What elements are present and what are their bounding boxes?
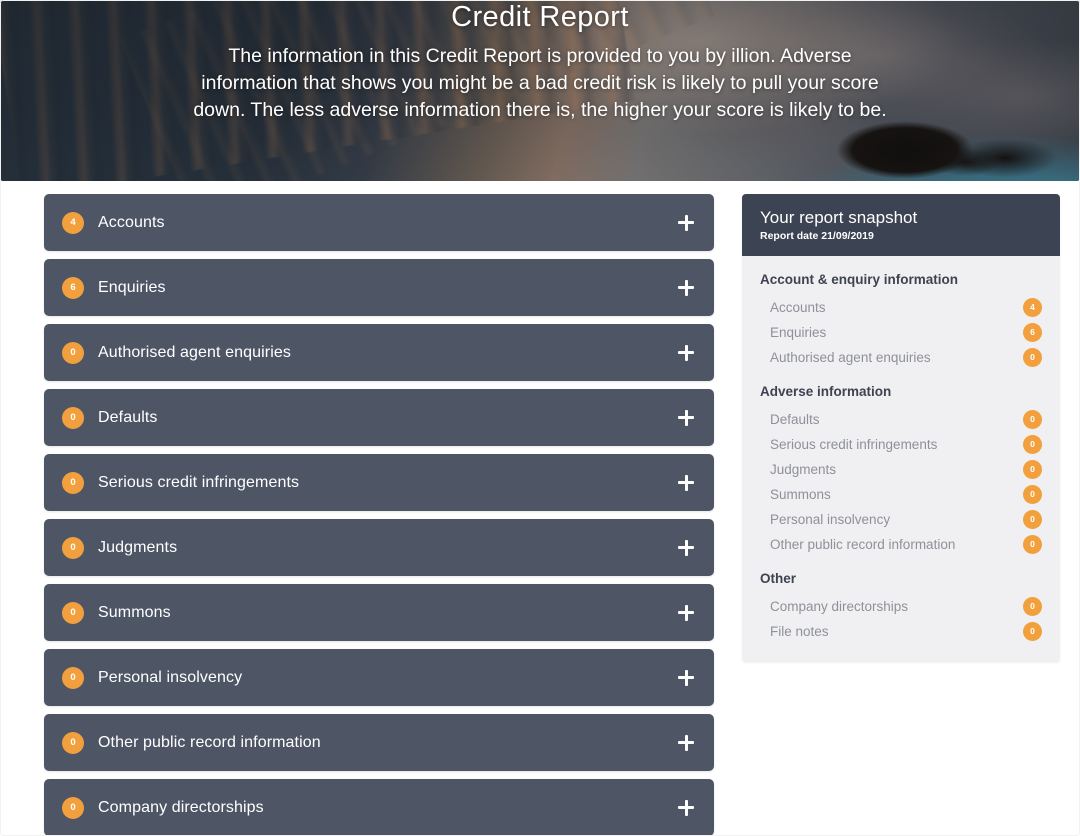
snapshot-row: Accounts 4	[760, 295, 1042, 320]
page-title: Credit Report	[451, 1, 629, 33]
snapshot-row: Summons 0	[760, 482, 1042, 507]
accordion-row-label: Accounts	[98, 213, 165, 231]
snapshot-count-badge: 0	[1023, 460, 1042, 479]
plus-icon[interactable]	[678, 474, 694, 491]
snapshot-count-badge: 0	[1023, 622, 1042, 641]
hero-banner: Credit Report The information in this Cr…	[0, 0, 1080, 181]
accordion-count-badge: 4	[62, 211, 84, 234]
snapshot-count-badge: 0	[1023, 597, 1042, 616]
accordion-count-badge: 0	[62, 731, 84, 754]
accordion-row[interactable]: 0 Judgments	[44, 519, 714, 576]
snapshot-row-label: Serious credit infringements	[770, 437, 938, 452]
plus-icon[interactable]	[678, 409, 694, 426]
snapshot-count-badge: 0	[1023, 485, 1042, 504]
hero-text-block: Credit Report The information in this Cr…	[0, 0, 1080, 124]
snapshot-row: Judgments 0	[760, 457, 1042, 482]
snapshot-section: Adverse information Defaults 0 Serious cred…	[760, 384, 1042, 557]
snapshot-title: Your report snapshot	[760, 208, 918, 227]
snapshot-row-label: Other public record information	[770, 537, 956, 552]
snapshot-row-label: Summons	[770, 487, 831, 502]
accordion-count-badge: 6	[62, 276, 84, 299]
snapshot-section: Other Company directorships 0 File notes 0	[760, 571, 1042, 644]
plus-icon[interactable]	[678, 669, 694, 686]
accordion-row-label: Defaults	[98, 408, 158, 426]
accordion-row-label: Other public record information	[98, 733, 321, 751]
snapshot-row-label: Personal insolvency	[770, 512, 891, 527]
snapshot-row-label: Judgments	[770, 462, 837, 477]
snapshot-count-badge: 0	[1023, 535, 1042, 554]
snapshot-row: Defaults 0	[760, 407, 1042, 432]
plus-icon[interactable]	[678, 799, 694, 816]
accordion-row-label: Summons	[98, 603, 171, 621]
snapshot-report-date: Report date 21/09/2019	[760, 230, 874, 242]
accordion-row[interactable]: 0 Other public record information	[44, 714, 714, 771]
snapshot-count-badge: 0	[1023, 435, 1042, 454]
snapshot-section-title: Adverse information	[760, 384, 892, 399]
accordion-row[interactable]: 0 Serious credit infringements	[44, 454, 714, 511]
accordion-row-label: Serious credit infringements	[98, 473, 300, 491]
snapshot-count-badge: 4	[1023, 298, 1042, 317]
snapshot-row-label: File notes	[770, 624, 829, 639]
accordion-row[interactable]: 0 Personal insolvency	[44, 649, 714, 706]
snapshot-count-badge: 0	[1023, 510, 1042, 529]
accordion-row[interactable]: 6 Enquiries	[44, 259, 714, 316]
snapshot-count-badge: 0	[1023, 410, 1042, 429]
snapshot-row: Other public record information 0	[760, 532, 1042, 557]
snapshot-header: Your report snapshot Report date 21/09/2…	[742, 194, 1060, 256]
snapshot-row: Serious credit infringements 0	[760, 432, 1042, 457]
snapshot-row: Company directorships 0	[760, 594, 1042, 619]
snapshot-count-badge: 0	[1023, 348, 1042, 367]
report-snapshot-panel: Your report snapshot Report date 21/09/2…	[742, 194, 1060, 662]
credit-report-page: Credit Report The information in this Cr…	[0, 0, 1080, 836]
accordion-count-badge: 0	[62, 471, 84, 494]
plus-icon[interactable]	[678, 214, 694, 231]
main-content: 4 Accounts 6 Enquiries 0 Authorised agent enq…	[0, 181, 1080, 836]
accordion-row[interactable]: 0 Summons	[44, 584, 714, 641]
plus-icon[interactable]	[678, 344, 694, 361]
snapshot-row-label: Enquiries	[770, 325, 827, 340]
accordion-row-label: Authorised agent enquiries	[98, 343, 291, 361]
snapshot-body: Account & enquiry information Accounts 4 En…	[742, 256, 1060, 662]
snapshot-row: Personal insolvency 0	[760, 507, 1042, 532]
plus-icon[interactable]	[678, 734, 694, 751]
snapshot-row-label: Accounts	[770, 300, 826, 315]
plus-icon[interactable]	[678, 279, 694, 296]
accordion-row-label: Judgments	[98, 538, 178, 556]
accordion-row[interactable]: 4 Accounts	[44, 194, 714, 251]
accordion-row[interactable]: 0 Company directorships	[44, 779, 714, 836]
snapshot-row-label: Company directorships	[770, 599, 909, 614]
accordion-row[interactable]: 0 Authorised agent enquiries	[44, 324, 714, 381]
accordion-row-label: Enquiries	[98, 278, 166, 296]
snapshot-section-title: Other	[760, 571, 797, 586]
snapshot-row-label: Defaults	[770, 412, 820, 427]
accordion-count-badge: 0	[62, 536, 84, 559]
accordion-count-badge: 0	[62, 796, 84, 819]
snapshot-row: File notes 0	[760, 619, 1042, 644]
accordion-count-badge: 0	[62, 341, 84, 364]
accordion-count-badge: 0	[62, 406, 84, 429]
snapshot-row: Authorised agent enquiries 0	[760, 345, 1042, 370]
accordion-count-badge: 0	[62, 601, 84, 624]
page-description: The information in this Credit Report is…	[193, 45, 887, 121]
report-section-accordion: 4 Accounts 6 Enquiries 0 Authorised agent enq…	[44, 194, 714, 836]
accordion-count-badge: 0	[62, 666, 84, 689]
snapshot-row-label: Authorised agent enquiries	[770, 350, 931, 365]
accordion-row[interactable]: 0 Defaults	[44, 389, 714, 446]
snapshot-section: Account & enquiry information Accounts 4 En…	[760, 272, 1042, 370]
snapshot-row: Enquiries 6	[760, 320, 1042, 345]
snapshot-count-badge: 6	[1023, 323, 1042, 342]
plus-icon[interactable]	[678, 539, 694, 556]
accordion-row-label: Company directorships	[98, 798, 264, 816]
snapshot-section-title: Account & enquiry information	[760, 272, 959, 287]
plus-icon[interactable]	[678, 604, 694, 621]
accordion-row-label: Personal insolvency	[98, 668, 243, 686]
